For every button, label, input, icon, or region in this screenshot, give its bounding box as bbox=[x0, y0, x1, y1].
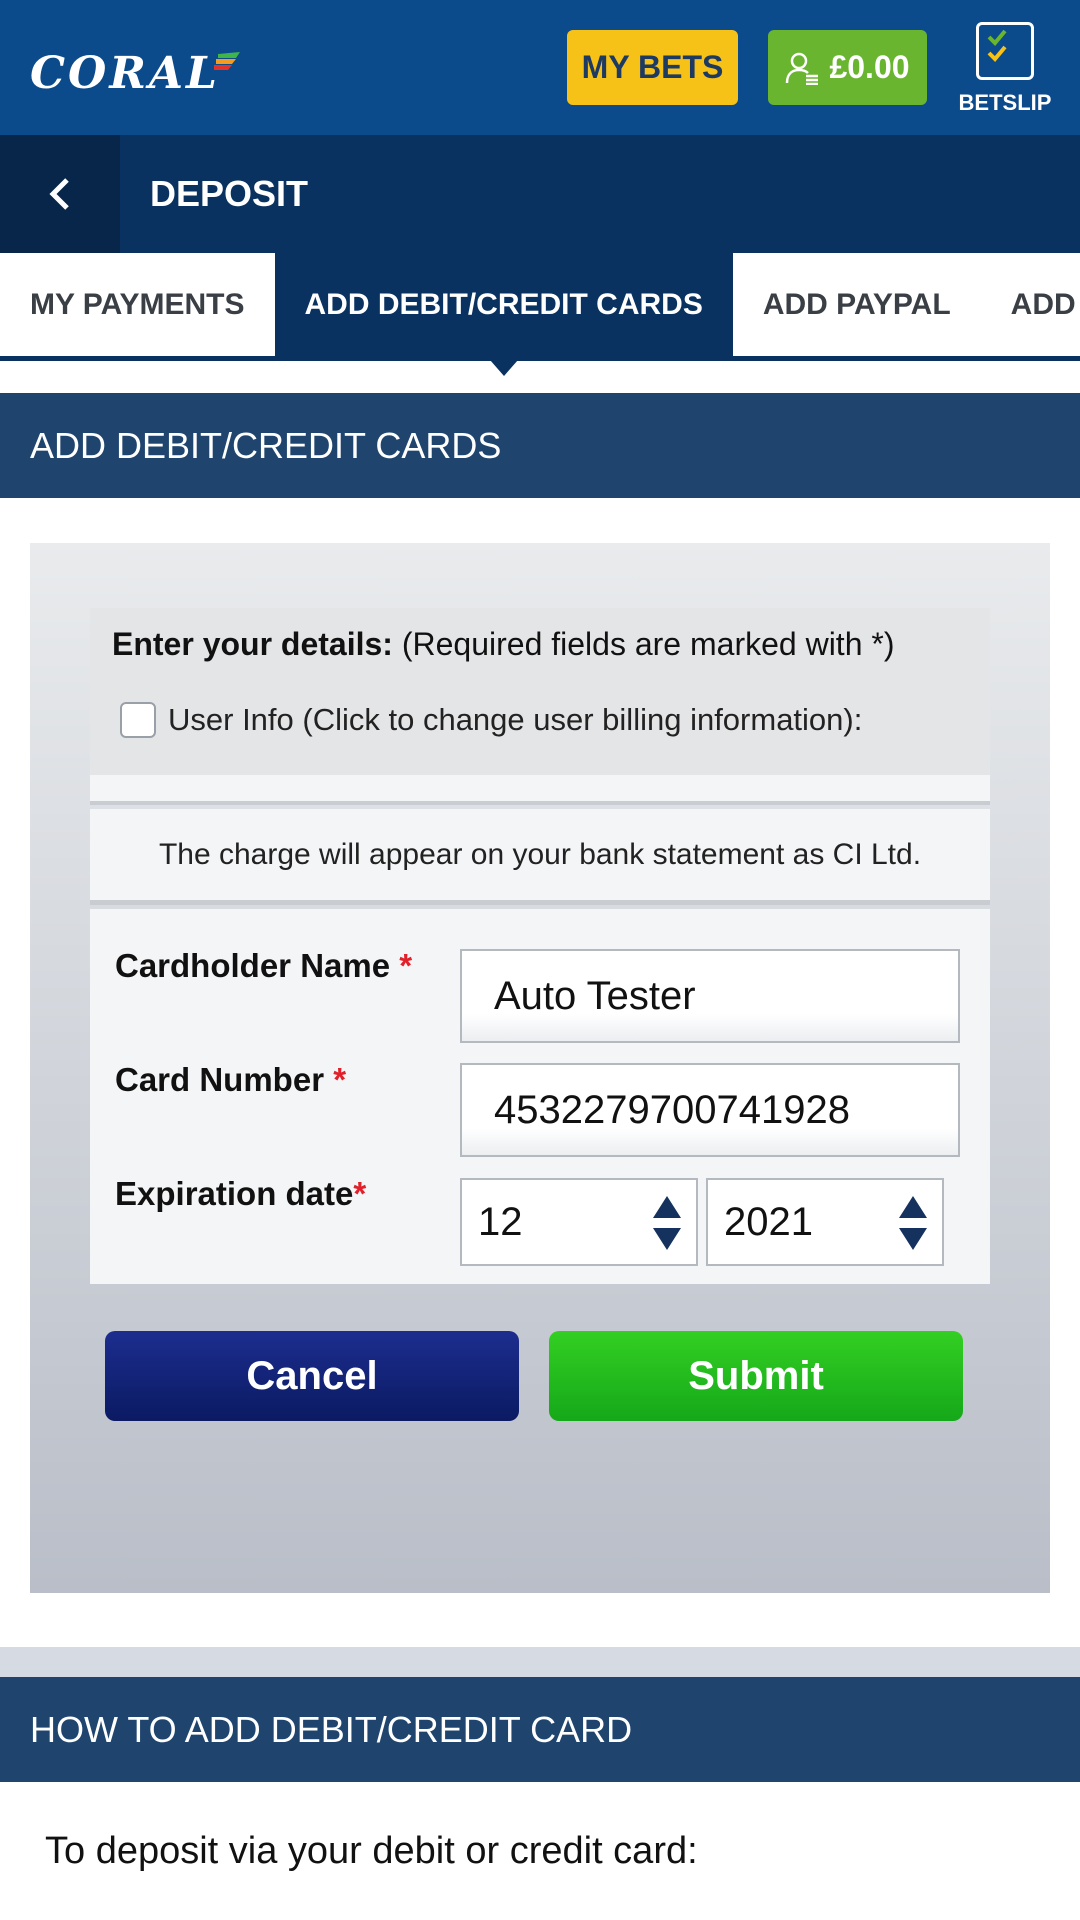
card-number-input[interactable]: 4532279700741928 bbox=[460, 1063, 960, 1157]
details-heading: Enter your details: (Required fields are… bbox=[112, 626, 894, 663]
coral-logo[interactable]: CORAL bbox=[30, 47, 240, 99]
balance-amount: £0.00 bbox=[829, 49, 910, 85]
spinner-arrows-icon bbox=[899, 1196, 927, 1250]
user-info-label: User Info (Click to change user billing … bbox=[168, 702, 863, 737]
form-divider bbox=[90, 775, 990, 805]
back-button[interactable] bbox=[0, 135, 120, 253]
logo-flag-icon bbox=[214, 52, 240, 70]
howto-text: To deposit via your debit or credit card… bbox=[45, 1830, 698, 1872]
exp-year-select[interactable]: 2021 bbox=[706, 1178, 944, 1266]
tab-my-payments[interactable]: MY PAYMENTS bbox=[0, 253, 275, 356]
user-info-row: User Info (Click to change user billing … bbox=[120, 702, 862, 738]
payment-tabs: MY PAYMENTS ADD DEBIT/CREDIT CARDS ADD P… bbox=[0, 253, 1080, 376]
betslip-button[interactable]: BETSLIP bbox=[955, 22, 1055, 122]
exp-year-value: 2021 bbox=[724, 1199, 813, 1244]
expiration-label: Expiration date* bbox=[115, 1175, 367, 1212]
details-bold-label: Enter your details: bbox=[112, 626, 393, 662]
top-header: CORAL MY BETS £0.00 BETSLIP bbox=[0, 0, 1080, 135]
submit-button[interactable]: Submit bbox=[549, 1331, 963, 1421]
deposit-subheader: DEPOSIT bbox=[0, 135, 1080, 253]
logo-text: CORAL bbox=[30, 47, 220, 99]
details-note: (Required fields are marked with *) bbox=[401, 626, 895, 662]
my-bets-button[interactable]: MY BETS bbox=[567, 30, 738, 105]
required-marker: * bbox=[353, 1175, 367, 1212]
page-title: DEPOSIT bbox=[150, 173, 309, 214]
back-chevron-icon bbox=[49, 178, 69, 210]
cancel-button[interactable]: Cancel bbox=[105, 1331, 519, 1421]
exp-month-select[interactable]: 12 bbox=[460, 1178, 698, 1266]
spinner-arrows-icon bbox=[653, 1196, 681, 1250]
betslip-check-icon bbox=[976, 22, 1034, 80]
tab-add-debit-credit-cards[interactable]: ADD DEBIT/CREDIT CARDS bbox=[274, 253, 733, 376]
cardholder-name-input[interactable]: Auto Tester bbox=[460, 949, 960, 1043]
required-marker: * bbox=[399, 947, 413, 984]
required-marker: * bbox=[333, 1061, 347, 1098]
howto-title: HOW TO ADD DEBIT/CREDIT CARD bbox=[0, 1677, 1080, 1782]
section-divider bbox=[0, 1647, 1080, 1677]
bank-statement-notice: The charge will appear on your bank stat… bbox=[90, 809, 990, 905]
details-box: Enter your details: (Required fields are… bbox=[90, 608, 990, 775]
exp-month-value: 12 bbox=[478, 1199, 523, 1244]
user-info-checkbox[interactable] bbox=[120, 702, 156, 738]
tab-add-paypal[interactable]: ADD PAYPAL bbox=[733, 253, 981, 356]
betslip-label: BETSLIP bbox=[958, 90, 1052, 115]
balance-button[interactable]: £0.00 bbox=[768, 30, 927, 105]
user-icon bbox=[786, 52, 819, 85]
tab-add-p[interactable]: ADD P bbox=[981, 253, 1080, 356]
card-number-label: Card Number * bbox=[115, 1061, 347, 1098]
cardholder-label: Cardholder Name * bbox=[115, 947, 413, 984]
card-fields: Cardholder Name * Auto Tester Card Numbe… bbox=[90, 909, 990, 1284]
card-form-panel: Enter your details: (Required fields are… bbox=[30, 543, 1050, 1593]
section-title: ADD DEBIT/CREDIT CARDS bbox=[0, 393, 1080, 498]
